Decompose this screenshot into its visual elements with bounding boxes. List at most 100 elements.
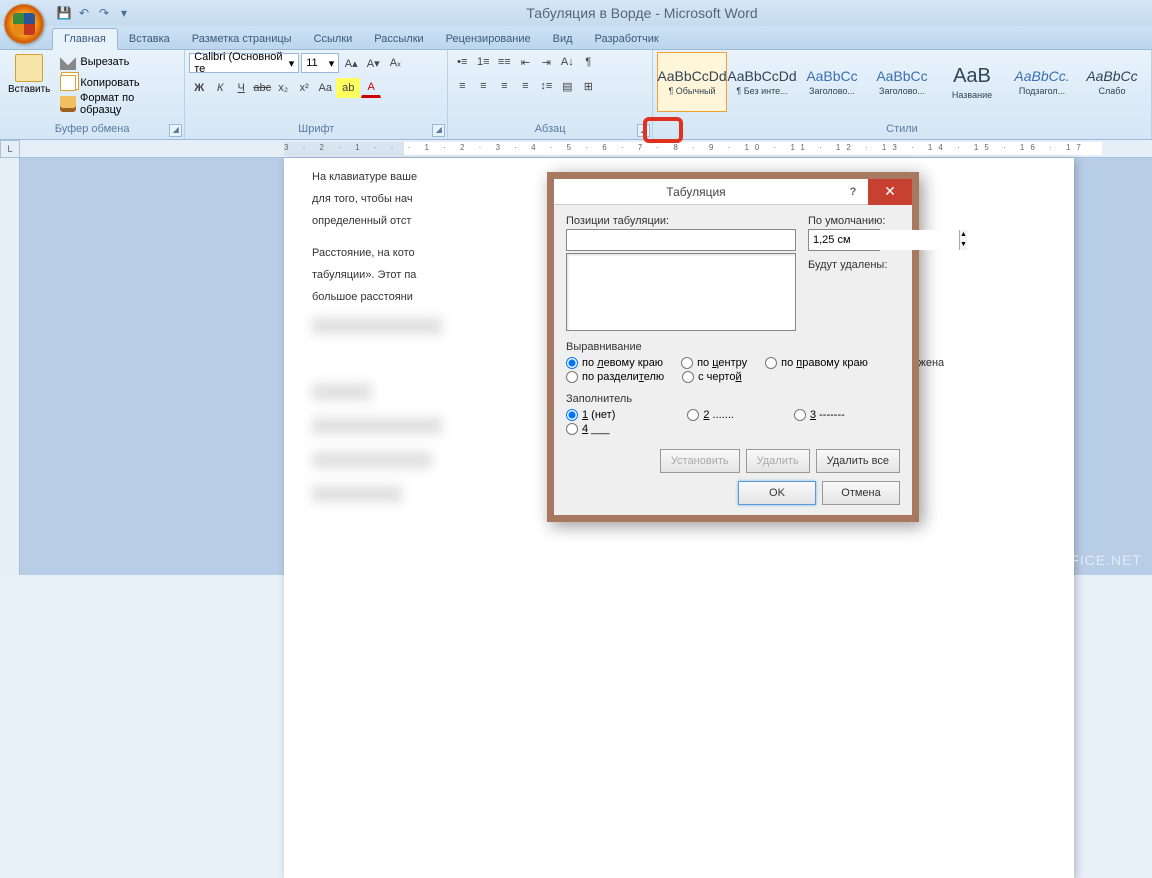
close-button[interactable]: ✕ (868, 179, 912, 205)
style-item[interactable]: AaBbCc.Подзагол... (1007, 52, 1077, 112)
qat-more-icon[interactable]: ▾ (116, 5, 132, 21)
strike-button[interactable]: abc (252, 78, 272, 98)
bold-button[interactable]: Ж (189, 78, 209, 98)
align-right-button[interactable]: ≡ (494, 76, 514, 96)
font-group-label: Шрифт (189, 121, 443, 139)
shading-button[interactable]: ▤ (557, 76, 577, 96)
align-decimal-radio[interactable]: по разделителю (566, 371, 664, 383)
copy-button[interactable]: Копировать (56, 73, 180, 93)
clipboard-launcher[interactable]: ◢ (169, 124, 182, 137)
highlight-button[interactable]: ab (336, 78, 360, 98)
ribbon-tabs: Главная Вставка Разметка страницы Ссылки… (0, 26, 1152, 50)
tab-review[interactable]: Рецензирование (435, 29, 542, 49)
horizontal-ruler[interactable]: 3 · 2 · 1 · · · 1 · 2 · 3 · 4 · 5 · 6 · … (20, 140, 1152, 158)
set-button[interactable]: Установить (660, 449, 740, 473)
sort-button[interactable]: A↓ (557, 52, 577, 72)
numbering-button[interactable]: 1≡ (473, 52, 493, 72)
spin-up-icon[interactable]: ▲ (959, 230, 967, 240)
shrink-font-button[interactable]: A▾ (363, 53, 383, 73)
style-item[interactable]: AaBbCcЗаголово... (797, 52, 867, 112)
help-button[interactable]: ? (838, 186, 868, 198)
align-bar-radio[interactable]: с чертой (682, 371, 741, 383)
delete-button[interactable]: Удалить (746, 449, 810, 473)
delete-all-button[interactable]: Удалить все (816, 449, 900, 473)
vertical-ruler[interactable] (0, 158, 20, 575)
dec-indent-button[interactable]: ⇤ (515, 52, 535, 72)
superscript-button[interactable]: x² (294, 78, 314, 98)
tabs-dialog: Табуляция ? ✕ Позиции табуляции: По умол… (547, 172, 919, 522)
font-size-combo[interactable]: 11▾ (301, 53, 339, 73)
subscript-button[interactable]: x₂ (273, 78, 293, 98)
style-item[interactable]: AaBbCcDd¶ Без инте... (727, 52, 797, 112)
chevron-down-icon: ▾ (329, 57, 335, 70)
bullets-button[interactable]: •≡ (452, 52, 472, 72)
style-item[interactable]: AaBbCcЗаголово... (867, 52, 937, 112)
paste-icon (15, 54, 43, 82)
cut-icon (60, 54, 76, 70)
default-tab-label: По умолчанию: (808, 215, 900, 227)
leader-3-radio[interactable]: 3 ------- (794, 409, 845, 421)
align-center-button[interactable]: ≡ (473, 76, 493, 96)
align-left-radio[interactable]: по левому краю (566, 357, 663, 369)
tab-positions-list[interactable] (566, 253, 796, 331)
default-tab-spinner[interactable]: ▲▼ (808, 229, 880, 251)
show-marks-button[interactable]: ¶ (578, 52, 598, 72)
tab-page-layout[interactable]: Разметка страницы (181, 29, 303, 49)
styles-gallery[interactable]: AaBbCcDd¶ ОбычныйAaBbCcDd¶ Без инте...Aa… (657, 52, 1147, 112)
spin-down-icon[interactable]: ▼ (959, 240, 967, 250)
brush-icon (60, 96, 76, 112)
clipboard-group-label: Буфер обмена (4, 121, 180, 139)
cancel-button[interactable]: Отмена (822, 481, 900, 505)
justify-button[interactable]: ≡ (515, 76, 535, 96)
tab-home[interactable]: Главная (52, 28, 118, 50)
multilevel-button[interactable]: ≡≡ (494, 52, 514, 72)
highlight-annotation (643, 117, 683, 143)
align-left-button[interactable]: ≡ (452, 76, 472, 96)
leader-1-radio[interactable]: 1 (нет) (566, 409, 615, 421)
paste-label: Вставить (8, 84, 50, 95)
font-launcher[interactable]: ◢ (432, 124, 445, 137)
clear-format-button[interactable]: Aₓ (385, 53, 405, 73)
grow-font-button[interactable]: A▴ (341, 53, 361, 73)
ok-button[interactable]: OK (738, 481, 816, 505)
align-right-radio[interactable]: по правому краю (765, 357, 868, 369)
tab-insert[interactable]: Вставка (118, 29, 181, 49)
copy-icon (60, 75, 76, 91)
redo-icon[interactable]: ↷ (96, 5, 112, 21)
leader-section-label: Заполнитель (566, 393, 900, 405)
italic-button[interactable]: К (210, 78, 230, 98)
tab-mailings[interactable]: Рассылки (363, 29, 434, 49)
office-button[interactable] (4, 4, 44, 44)
line-spacing-button[interactable]: ↕≡ (536, 76, 556, 96)
tab-position-input[interactable] (566, 229, 796, 251)
save-icon[interactable]: 💾 (56, 5, 72, 21)
format-painter-button[interactable]: Формат по образцу (56, 94, 180, 114)
office-logo-icon (13, 13, 35, 35)
underline-button[interactable]: Ч (231, 78, 251, 98)
tab-view[interactable]: Вид (542, 29, 584, 49)
cut-button[interactable]: Вырезать (56, 52, 180, 72)
default-tab-value[interactable] (809, 230, 959, 250)
align-center-radio[interactable]: по центру (681, 357, 747, 369)
font-color-button[interactable]: A (361, 78, 381, 98)
will-be-deleted-label: Будут удалены: (808, 259, 900, 271)
alignment-section-label: Выравнивание (566, 341, 900, 353)
borders-button[interactable]: ⊞ (578, 76, 598, 96)
styles-group-label: Стили (657, 121, 1147, 139)
style-item[interactable]: AaBbCcСлабо (1077, 52, 1147, 112)
tab-selector[interactable]: L (0, 140, 20, 158)
undo-icon[interactable]: ↶ (76, 5, 92, 21)
inc-indent-button[interactable]: ⇥ (536, 52, 556, 72)
style-item[interactable]: AaBНазвание (937, 52, 1007, 112)
paragraph-group-label: Абзац (452, 121, 648, 139)
tab-positions-label: Позиции табуляции: (566, 215, 796, 227)
change-case-button[interactable]: Aa (315, 78, 335, 98)
tab-references[interactable]: Ссылки (303, 29, 364, 49)
leader-2-radio[interactable]: 2 ....... (687, 409, 734, 421)
tab-developer[interactable]: Разработчик (584, 29, 670, 49)
window-title: Табуляция в Ворде - Microsoft Word (132, 5, 1152, 21)
font-name-combo[interactable]: Calibri (Основной те▾ (189, 53, 299, 73)
leader-4-radio[interactable]: 4 ___ (566, 423, 610, 435)
style-item[interactable]: AaBbCcDd¶ Обычный (657, 52, 727, 112)
paste-button[interactable]: Вставить (4, 52, 54, 97)
